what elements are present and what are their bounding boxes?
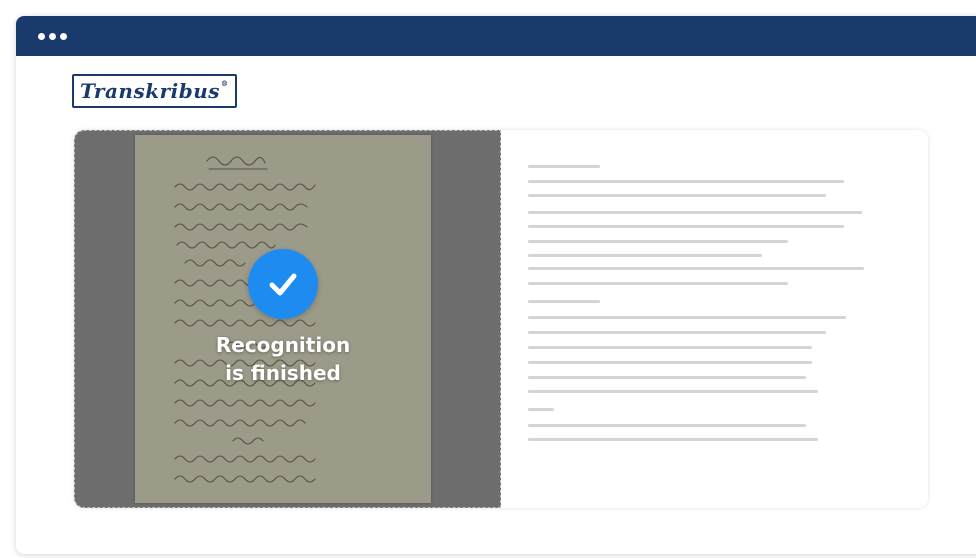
transkribus-logo[interactable]: Transkribus ® bbox=[72, 74, 237, 108]
dot bbox=[60, 32, 67, 40]
text-placeholder-line bbox=[528, 165, 600, 168]
title-bar bbox=[16, 16, 976, 56]
text-placeholder-line bbox=[528, 225, 844, 228]
text-placeholder-line bbox=[528, 300, 600, 303]
dot bbox=[38, 32, 45, 40]
dot bbox=[49, 32, 56, 40]
text-placeholder-line bbox=[528, 180, 844, 183]
text-placeholder-line bbox=[528, 240, 788, 243]
text-placeholder-line bbox=[528, 424, 806, 427]
recognition-status-text: Recognition is finished bbox=[193, 331, 373, 387]
three-dots-icon[interactable] bbox=[38, 32, 67, 40]
text-placeholder-line bbox=[528, 267, 864, 270]
text-placeholder-line bbox=[528, 361, 812, 364]
text-placeholder-line bbox=[528, 316, 846, 319]
status-line-2: is finished bbox=[225, 361, 341, 385]
document-scan-pane: Recognition is finished bbox=[74, 130, 501, 508]
text-placeholder-line bbox=[528, 211, 862, 214]
text-placeholder-line bbox=[528, 254, 762, 257]
status-line-1: Recognition bbox=[215, 333, 351, 357]
text-placeholder-line bbox=[528, 346, 812, 349]
text-placeholder-line bbox=[528, 331, 826, 334]
text-placeholder-line bbox=[528, 376, 806, 379]
recognition-status: Recognition is finished bbox=[193, 249, 373, 387]
text-placeholder-line bbox=[528, 390, 818, 393]
checkmark-icon bbox=[248, 249, 318, 319]
text-placeholder-line bbox=[528, 408, 554, 411]
app-window: Transkribus ® Recognition is finished bbox=[16, 16, 976, 554]
logo-text: Transkribus bbox=[80, 79, 221, 103]
recognition-workspace: Recognition is finished bbox=[74, 130, 928, 508]
text-placeholder-line bbox=[528, 194, 826, 197]
text-placeholder-line bbox=[528, 282, 788, 285]
text-placeholder-line bbox=[528, 438, 818, 441]
registered-mark: ® bbox=[221, 78, 229, 88]
transcription-text-pane bbox=[501, 130, 928, 508]
